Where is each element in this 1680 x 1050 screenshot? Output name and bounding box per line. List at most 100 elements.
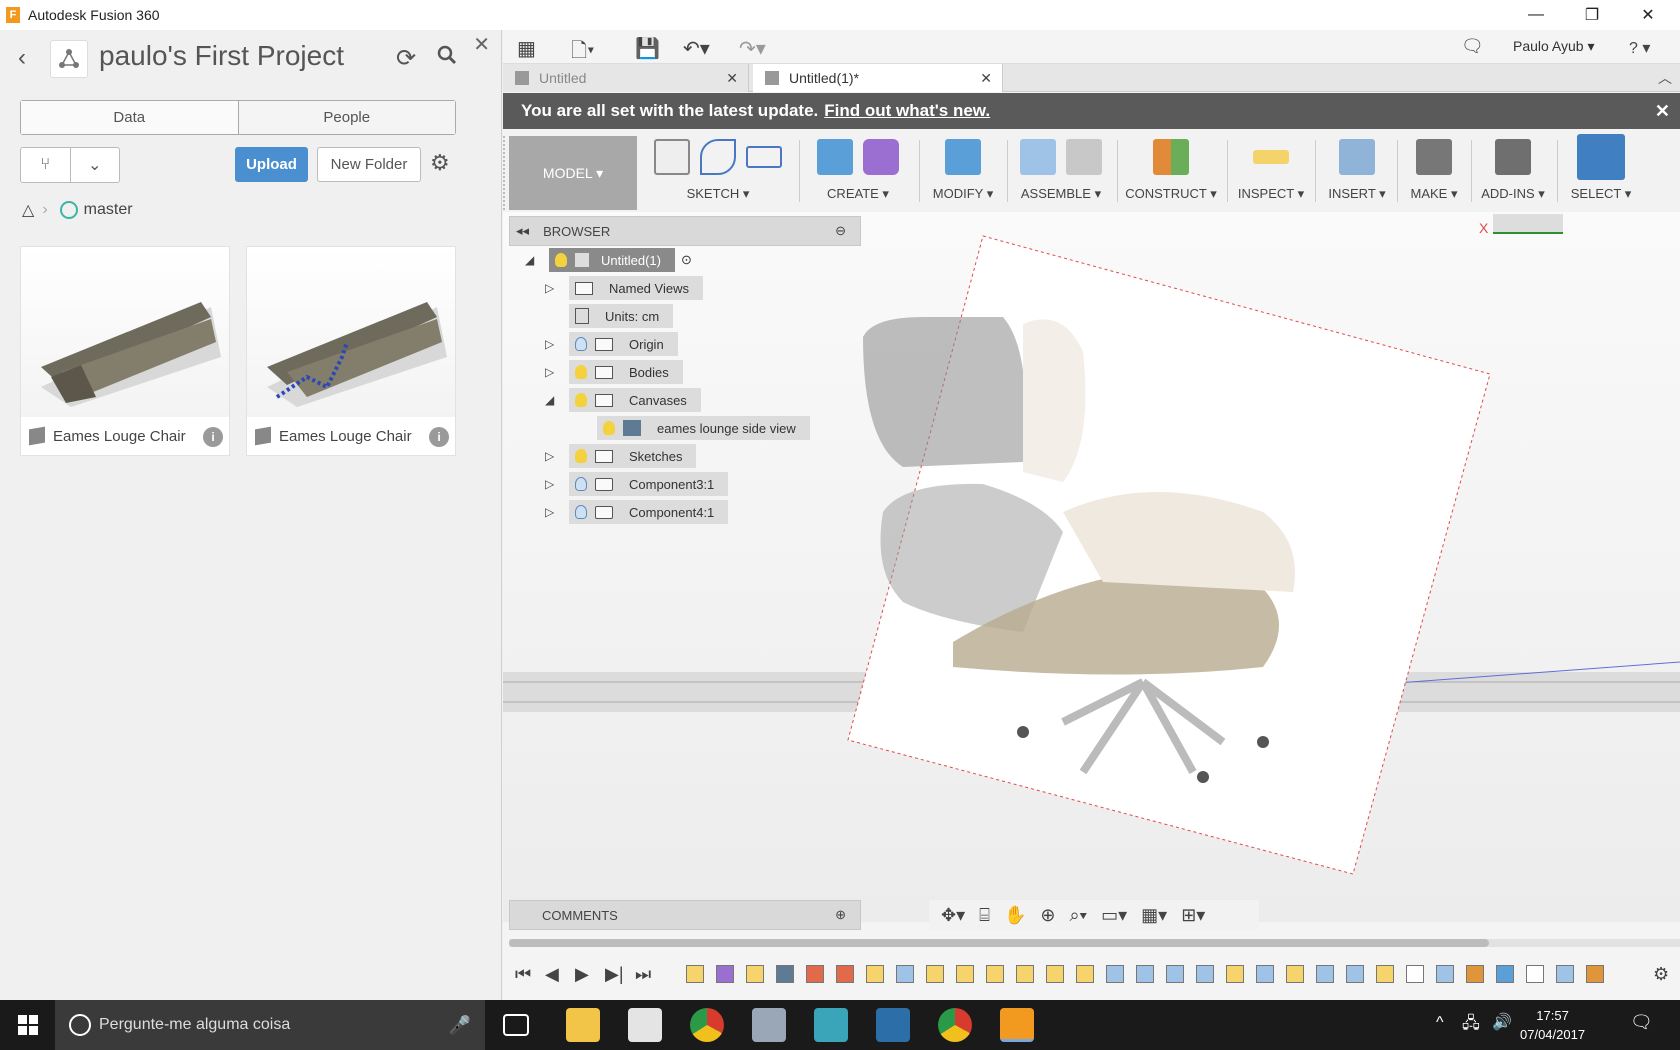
info-icon[interactable]: i [203, 427, 223, 447]
hub-icon[interactable]: △ [22, 200, 34, 220]
play-icon[interactable]: ▶ [575, 964, 589, 985]
timeline-feature[interactable] [686, 965, 704, 983]
offset-plane-icon[interactable] [1153, 139, 1189, 175]
tab-untitled[interactable]: Untitled ✕ [503, 64, 749, 92]
gear-icon[interactable]: ⚙ [430, 150, 450, 176]
action-center-icon[interactable]: 🗨 [1630, 1012, 1653, 1033]
display-settings-icon[interactable]: ▭▾ [1101, 905, 1127, 926]
spline-icon[interactable] [700, 139, 736, 175]
select-icon[interactable] [1577, 134, 1625, 180]
construct-menu[interactable]: CONSTRUCT ▾ [1121, 186, 1221, 202]
timeline-feature[interactable] [1436, 965, 1454, 983]
search-icon[interactable] [436, 44, 458, 71]
create-sketch-icon[interactable] [654, 139, 690, 175]
browser-node[interactable]: Units: cm [569, 304, 674, 328]
timeline-feature[interactable] [1316, 965, 1334, 983]
visibility-icon[interactable] [575, 337, 587, 351]
scripts-icon[interactable] [1495, 139, 1531, 175]
timeline-feature[interactable] [1406, 965, 1424, 983]
tab-people[interactable]: People [238, 101, 455, 134]
timeline-feature[interactable] [1076, 965, 1094, 983]
add-comment-icon[interactable]: ⊕ [835, 907, 846, 923]
minus-icon[interactable]: ⊖ [835, 223, 846, 239]
step-back-icon[interactable]: ◀ [545, 964, 559, 985]
addins-menu[interactable]: ADD-INS ▾ [1473, 186, 1553, 202]
insert-menu[interactable]: INSERT ▾ [1319, 186, 1395, 202]
close-button[interactable]: ✕ [1620, 0, 1676, 30]
visibility-icon[interactable] [575, 449, 587, 463]
browser-node[interactable]: ▷ Origin [545, 332, 678, 356]
file-explorer-icon[interactable] [566, 1008, 600, 1042]
horizontal-scrollbar[interactable] [509, 939, 1680, 947]
chrome-icon[interactable] [690, 1008, 724, 1042]
timeline-feature[interactable] [1166, 965, 1184, 983]
extrude-icon[interactable] [817, 139, 853, 175]
timeline-settings-icon[interactable]: ⚙ [1653, 964, 1669, 985]
file-card[interactable]: Eames Louge Chair i [246, 246, 456, 456]
scrollbar-thumb[interactable] [509, 939, 1489, 947]
refresh-icon[interactable]: ⟳ [396, 44, 416, 73]
orbit-icon[interactable]: ✥▾ [941, 905, 965, 926]
timeline-feature[interactable] [1346, 965, 1364, 983]
timeline-feature[interactable] [866, 965, 884, 983]
visibility-icon[interactable] [575, 365, 587, 379]
timeline-feature[interactable] [1496, 965, 1514, 983]
close-panel-icon[interactable]: ✕ [473, 32, 490, 57]
photos-app-icon[interactable] [752, 1008, 786, 1042]
browser-node[interactable]: ▷ Named Views [545, 276, 703, 300]
viewcube[interactable] [1493, 214, 1563, 234]
visibility-icon[interactable] [575, 505, 587, 519]
create-menu[interactable]: CREATE ▾ [803, 186, 913, 202]
minimize-button[interactable]: — [1508, 0, 1564, 30]
expand-icon[interactable]: ▷ [545, 449, 559, 463]
windows-start-icon[interactable] [18, 1015, 38, 1035]
grid-settings-icon[interactable]: ▦▾ [1141, 905, 1167, 926]
pan-icon[interactable]: ✋ [1004, 905, 1026, 926]
tab-untitled-1[interactable]: Untitled(1)* ✕ [753, 64, 1003, 92]
blue-app-icon[interactable] [876, 1008, 910, 1042]
close-tab-icon[interactable]: ✕ [980, 70, 992, 87]
insert-image-icon[interactable] [1339, 139, 1375, 175]
expand-icon[interactable]: ▷ [545, 505, 559, 519]
timeline-feature[interactable] [776, 965, 794, 983]
tab-data[interactable]: Data [21, 101, 239, 134]
browser-node[interactable]: eames lounge side view [597, 416, 810, 440]
collapse-browser-icon[interactable]: ◂◂ [516, 223, 529, 239]
visibility-icon[interactable] [575, 393, 587, 407]
timeline-feature[interactable] [1376, 965, 1394, 983]
visibility-icon[interactable] [555, 253, 567, 267]
timeline-feature[interactable] [836, 965, 854, 983]
browser-node[interactable]: ▷ Component4:1 [545, 500, 729, 524]
sketch-menu[interactable]: SKETCH ▾ [643, 186, 793, 202]
collapse-icon[interactable]: ︿ [1658, 68, 1672, 88]
timeline-feature[interactable] [1286, 965, 1304, 983]
notifications-icon[interactable]: 🗨 [1461, 36, 1484, 57]
joint-icon[interactable] [1066, 139, 1102, 175]
timeline-feature[interactable] [806, 965, 824, 983]
expanded-icon[interactable]: ◢ [525, 253, 539, 267]
visibility-icon[interactable] [603, 421, 615, 435]
restore-button[interactable]: ❐ [1564, 0, 1620, 30]
microphone-icon[interactable]: 🎤 [449, 1015, 471, 1036]
back-icon[interactable]: ‹ [18, 44, 26, 72]
expanded-icon[interactable]: ◢ [545, 393, 559, 407]
timeline-feature[interactable] [926, 965, 944, 983]
workspace-selector[interactable]: MODEL ▾ [509, 136, 637, 210]
expand-icon[interactable]: ▷ [545, 337, 559, 351]
comments-panel-header[interactable]: COMMENTS ⊕ [509, 900, 861, 930]
activate-icon[interactable]: ⊙ [681, 252, 692, 268]
cortana-search[interactable]: Pergunte-me alguma coisa 🎤 [55, 1000, 485, 1050]
volume-icon[interactable]: 🔊 [1492, 1012, 1512, 1032]
timeline-feature[interactable] [1136, 965, 1154, 983]
redo-icon[interactable]: ↷▾ [739, 36, 766, 61]
user-menu[interactable]: Paulo Ayub ▾ [1513, 38, 1595, 55]
press-pull-icon[interactable] [945, 139, 981, 175]
apps-grid-icon[interactable]: ▦ [517, 36, 536, 61]
scene[interactable] [503, 212, 1680, 922]
timeline-feature[interactable] [1106, 965, 1124, 983]
save-icon[interactable]: 💾 [635, 36, 660, 61]
visibility-icon[interactable] [575, 477, 587, 491]
undo-icon[interactable]: ↶▾ [683, 36, 710, 61]
fit-icon[interactable]: ⌕▾ [1069, 905, 1087, 926]
look-at-icon[interactable]: ⌸ [979, 905, 990, 926]
